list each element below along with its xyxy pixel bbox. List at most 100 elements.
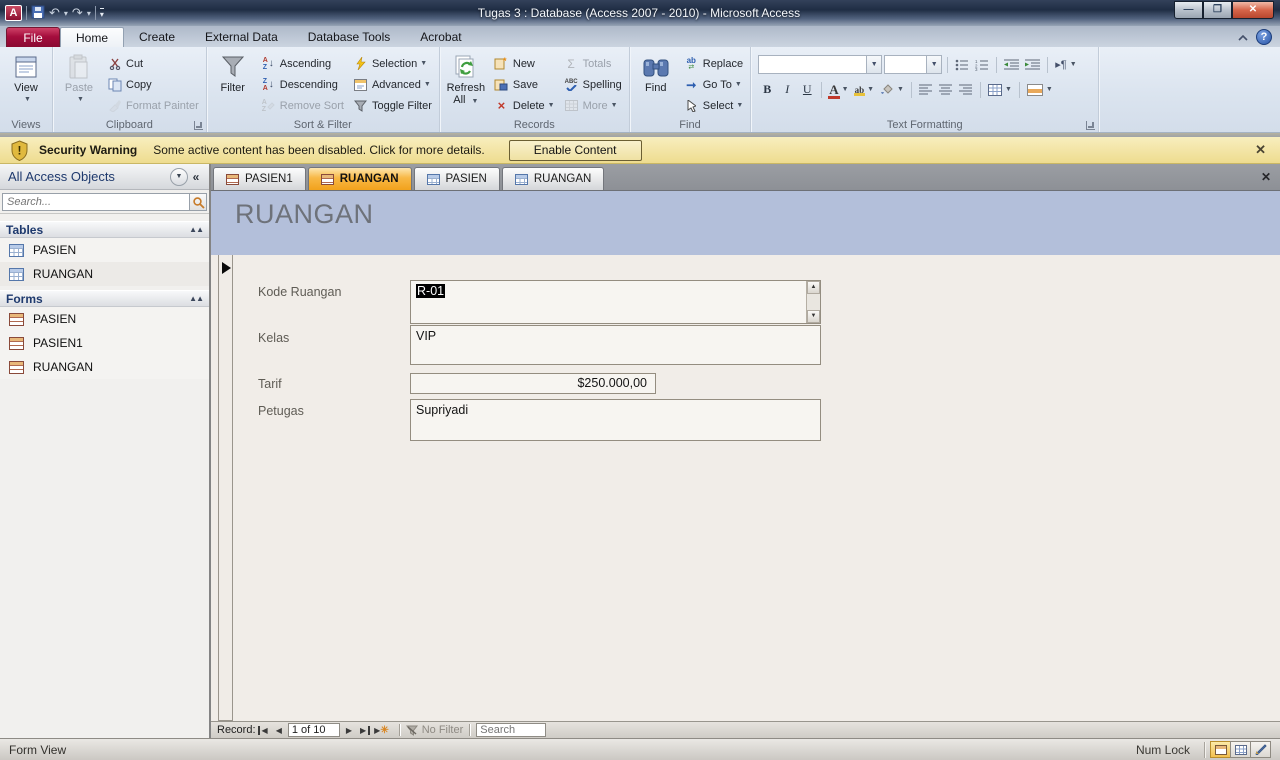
tab-file[interactable]: File: [6, 27, 60, 47]
doc-tab-pasien-table[interactable]: PASIEN: [414, 167, 500, 190]
format-painter-button[interactable]: Format Painter: [102, 95, 203, 116]
font-color-button[interactable]: A▼: [827, 80, 850, 99]
chevron-down-icon[interactable]: ▼: [926, 56, 941, 73]
minimize-button[interactable]: —: [1174, 1, 1203, 19]
chevron-up-icon[interactable]: ▲▲: [189, 225, 203, 234]
chevron-down-icon[interactable]: ▾: [64, 9, 68, 18]
filter-button[interactable]: Filter: [210, 50, 256, 117]
enable-content-button[interactable]: Enable Content: [509, 140, 642, 161]
tab-database-tools[interactable]: Database Tools: [293, 27, 406, 47]
sidebar-item-form-ruangan[interactable]: RUANGAN: [0, 355, 209, 379]
underline-button[interactable]: U: [798, 80, 816, 99]
descending-button[interactable]: ZA↓ Descending: [256, 74, 348, 95]
text-direction-button[interactable]: ▸¶▼: [1053, 55, 1078, 74]
kode-ruangan-combo[interactable]: R-01 ▲ ▼: [410, 280, 821, 324]
record-position-box[interactable]: 1 of 10: [288, 723, 340, 737]
help-button[interactable]: ?: [1256, 29, 1272, 45]
shutter-bar-close-button[interactable]: «: [188, 170, 204, 184]
access-logo-icon[interactable]: A: [5, 5, 22, 21]
doc-tab-ruangan-table[interactable]: RUANGAN: [502, 167, 605, 190]
increase-indent-button[interactable]: [1023, 55, 1042, 74]
bullets-button[interactable]: [953, 55, 971, 74]
design-view-button[interactable]: [1250, 741, 1271, 758]
close-icon[interactable]: ✕: [1255, 142, 1266, 158]
advanced-button[interactable]: Advanced ▼: [348, 74, 436, 95]
close-button[interactable]: ✕: [1232, 1, 1274, 19]
fill-color-button[interactable]: ▼: [878, 80, 906, 99]
decrease-indent-button[interactable]: [1002, 55, 1021, 74]
gridlines-button[interactable]: ▼: [986, 80, 1014, 99]
delete-record-button[interactable]: × Delete ▼: [489, 95, 559, 116]
save-record-button[interactable]: Save: [489, 74, 559, 95]
datasheet-view-button[interactable]: [1230, 741, 1251, 758]
replace-button[interactable]: ab⇄ Replace: [679, 53, 748, 74]
object-type-menu-button[interactable]: ▼: [170, 168, 188, 186]
new-record-button[interactable]: * New: [489, 53, 559, 74]
minimize-ribbon-button[interactable]: [1238, 30, 1248, 44]
remove-sort-button[interactable]: AZ Remove Sort: [256, 95, 348, 116]
record-search-input[interactable]: [476, 723, 546, 737]
doc-tab-ruangan-form[interactable]: RUANGAN: [308, 167, 412, 190]
ascending-button[interactable]: AZ↓ Ascending: [256, 53, 348, 74]
align-left-button[interactable]: [917, 80, 935, 99]
restore-button[interactable]: ❐: [1203, 1, 1232, 19]
alternate-row-color-button[interactable]: ▼: [1025, 80, 1055, 99]
close-document-icon[interactable]: ✕: [1261, 170, 1271, 184]
search-button[interactable]: [189, 193, 207, 211]
scroll-down-button[interactable]: ▼: [807, 310, 820, 323]
tab-create[interactable]: Create: [124, 27, 190, 47]
bold-button[interactable]: B: [758, 80, 776, 99]
more-button[interactable]: More ▼: [559, 95, 626, 116]
selection-button[interactable]: Selection ▼: [348, 53, 436, 74]
last-record-button[interactable]: ▶: [356, 726, 370, 735]
first-record-button[interactable]: ◀: [258, 726, 272, 735]
chevron-up-icon[interactable]: ▲▲: [189, 294, 203, 303]
paste-button[interactable]: Paste ▼: [56, 50, 102, 117]
no-filter-button[interactable]: No Filter: [406, 724, 464, 736]
tables-section-header[interactable]: Tables ▲▲: [0, 221, 209, 238]
new-blank-record-button[interactable]: ▶✳: [370, 725, 393, 736]
redo-button[interactable]: ↷: [72, 6, 83, 20]
totals-button[interactable]: Σ Totals: [559, 53, 626, 74]
scroll-up-button[interactable]: ▲: [807, 281, 820, 294]
forms-section-header[interactable]: Forms ▲▲: [0, 290, 209, 307]
numbering-button[interactable]: 123: [973, 55, 991, 74]
view-button[interactable]: View ▼: [3, 50, 49, 117]
italic-button[interactable]: I: [778, 80, 796, 99]
highlight-button[interactable]: ab▼: [853, 80, 876, 99]
doc-tab-pasien1[interactable]: PASIEN1: [213, 167, 306, 190]
goto-button[interactable]: ➞ Go To ▼: [679, 74, 748, 95]
sidebar-item-table-pasien[interactable]: PASIEN: [0, 238, 209, 262]
petugas-field[interactable]: Supriyadi: [410, 399, 821, 441]
spelling-button[interactable]: ABC Spelling: [559, 74, 626, 95]
dialog-launcher-icon[interactable]: [194, 121, 203, 130]
kelas-field[interactable]: VIP: [410, 325, 821, 365]
cut-button[interactable]: Cut: [102, 53, 203, 74]
toggle-filter-button[interactable]: Toggle Filter: [348, 95, 436, 116]
dialog-launcher-icon[interactable]: [1086, 121, 1095, 130]
tab-external-data[interactable]: External Data: [190, 27, 293, 47]
align-center-button[interactable]: [937, 80, 955, 99]
font-name-combo[interactable]: ▼: [758, 55, 882, 74]
tab-acrobat[interactable]: Acrobat: [405, 27, 476, 47]
previous-record-button[interactable]: ◀: [272, 726, 286, 735]
chevron-down-icon[interactable]: ▼: [866, 56, 881, 73]
search-input[interactable]: [2, 193, 189, 211]
sidebar-item-form-pasien1[interactable]: PASIEN1: [0, 331, 209, 355]
next-record-button[interactable]: ▶: [342, 726, 356, 735]
tarif-field[interactable]: $250.000,00: [410, 373, 656, 394]
tab-home[interactable]: Home: [60, 27, 124, 47]
sidebar-item-table-ruangan[interactable]: RUANGAN: [0, 262, 209, 286]
select-button[interactable]: Select ▼: [679, 95, 748, 116]
save-button[interactable]: [31, 5, 45, 22]
align-right-button[interactable]: [957, 80, 975, 99]
record-selector-bar[interactable]: [218, 255, 233, 721]
find-button[interactable]: Find: [633, 50, 679, 117]
form-view-button[interactable]: [1210, 741, 1231, 758]
sidebar-item-form-pasien[interactable]: PASIEN: [0, 307, 209, 331]
copy-button[interactable]: Copy: [102, 74, 203, 95]
refresh-all-button[interactable]: Refresh All ▼: [443, 50, 489, 117]
font-size-combo[interactable]: ▼: [884, 55, 942, 74]
chevron-down-icon[interactable]: ▾: [87, 9, 91, 18]
undo-button[interactable]: ↶: [49, 6, 60, 20]
